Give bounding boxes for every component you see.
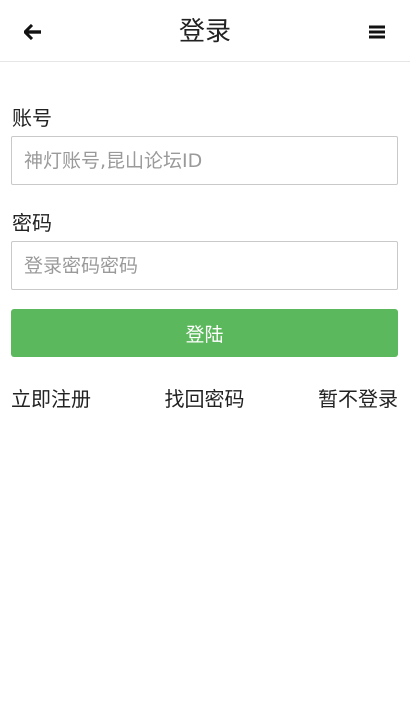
account-input[interactable]	[11, 136, 398, 185]
page-title: 登录	[178, 17, 231, 47]
password-field: 密码	[11, 209, 398, 290]
account-field: 账号	[11, 104, 398, 185]
password-input[interactable]	[11, 241, 398, 290]
login-form: 账号 密码 登陆 立即注册 找回密码 暂不登录	[11, 104, 398, 413]
account-label: 账号	[12, 106, 52, 130]
register-link[interactable]: 立即注册	[11, 385, 91, 413]
app-header: 登录	[0, 0, 410, 62]
login-page: 登录 账号 密码 登陆 立即注册 找回密码 暂不登录	[0, 0, 410, 706]
forgot-password-link[interactable]: 找回密码	[165, 385, 245, 413]
auth-links: 立即注册 找回密码 暂不登录	[11, 385, 398, 413]
password-label: 密码	[12, 211, 52, 235]
hamburger-menu-icon	[369, 25, 385, 39]
menu-button[interactable]	[362, 17, 392, 47]
login-button[interactable]: 登陆	[11, 309, 398, 357]
skip-login-link[interactable]: 暂不登录	[318, 385, 398, 413]
